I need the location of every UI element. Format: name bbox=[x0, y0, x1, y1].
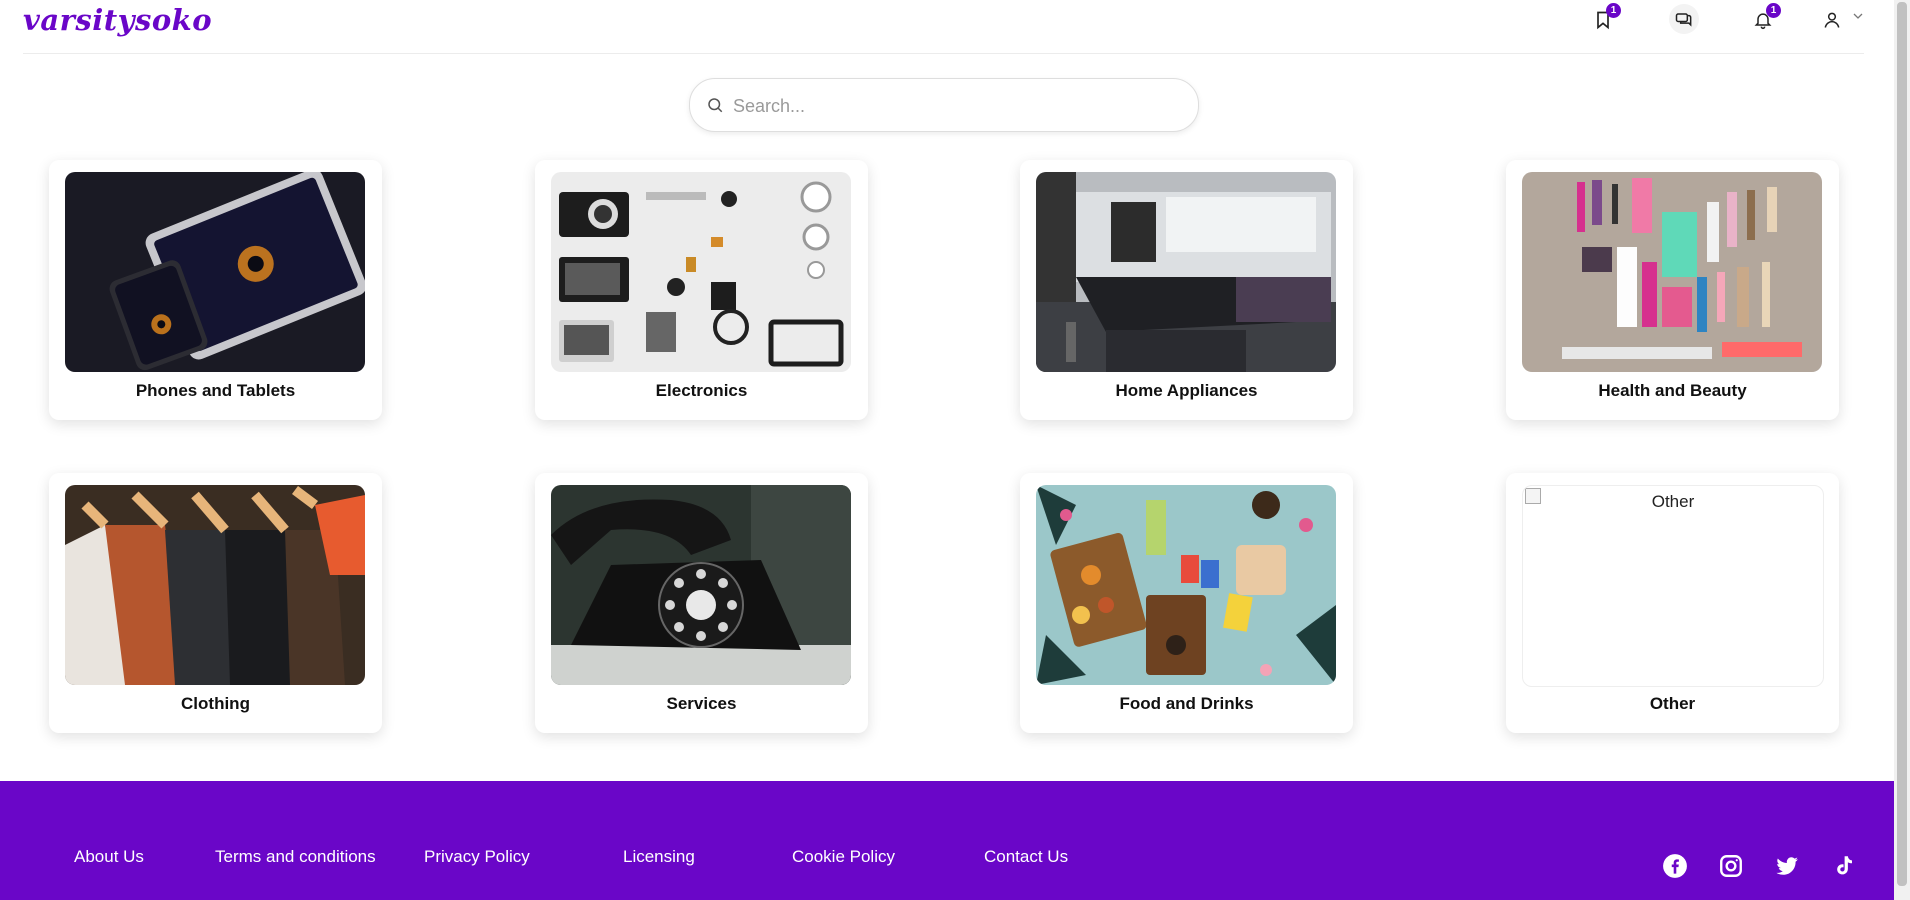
category-image bbox=[1522, 172, 1822, 372]
category-label: Clothing bbox=[181, 694, 250, 713]
search-bar[interactable] bbox=[689, 78, 1199, 132]
footer-link-cookie-policy[interactable]: Cookie Policy bbox=[792, 847, 895, 867]
category-image bbox=[65, 485, 365, 685]
scrollbar-thumb[interactable] bbox=[1897, 2, 1907, 886]
saved-items-button[interactable]: 1 bbox=[1589, 3, 1621, 34]
category-label: Food and Drinks bbox=[1119, 694, 1254, 713]
messages-button[interactable] bbox=[1669, 4, 1699, 34]
instagram-icon[interactable] bbox=[1718, 853, 1744, 879]
category-image bbox=[551, 485, 851, 685]
tiktok-icon[interactable] bbox=[1830, 853, 1856, 879]
category-card-services[interactable]: Services bbox=[535, 473, 868, 733]
search-input[interactable] bbox=[731, 91, 1175, 121]
saved-count-badge: 1 bbox=[1606, 3, 1621, 18]
category-label: Other bbox=[1649, 694, 1696, 713]
category-label: Home Appliances bbox=[1115, 381, 1258, 400]
category-image bbox=[551, 172, 851, 372]
category-image-broken: Other bbox=[1522, 485, 1824, 687]
chevron-down-icon[interactable] bbox=[1852, 10, 1864, 22]
chat-icon bbox=[1675, 13, 1692, 27]
site-footer: About Us Terms and conditions Privacy Po… bbox=[0, 781, 1894, 900]
top-header: varsitysoko 1 1 bbox=[0, 0, 1894, 54]
header-divider bbox=[23, 53, 1864, 54]
category-card-other[interactable]: Other Other bbox=[1506, 473, 1839, 733]
category-card-clothing[interactable]: Clothing bbox=[49, 473, 382, 733]
footer-link-contact-us[interactable]: Contact Us bbox=[984, 847, 1068, 867]
image-alt-text: Other bbox=[1651, 492, 1695, 511]
footer-link-licensing[interactable]: Licensing bbox=[623, 847, 695, 867]
facebook-icon[interactable] bbox=[1662, 853, 1688, 879]
category-card-food-drinks[interactable]: Food and Drinks bbox=[1020, 473, 1353, 733]
category-card-home-appliances[interactable]: Home Appliances bbox=[1020, 160, 1353, 420]
category-label: Electronics bbox=[655, 381, 748, 400]
category-image bbox=[1036, 485, 1336, 685]
twitter-icon[interactable] bbox=[1774, 853, 1800, 879]
category-label: Phones and Tablets bbox=[135, 381, 296, 400]
category-image bbox=[65, 172, 365, 372]
category-image bbox=[1036, 172, 1336, 372]
user-icon bbox=[1824, 12, 1840, 28]
page-scrollbar[interactable] bbox=[1894, 0, 1910, 900]
category-label: Health and Beauty bbox=[1598, 381, 1747, 400]
category-card-electronics[interactable]: Electronics bbox=[535, 160, 868, 420]
account-menu-button[interactable] bbox=[1818, 6, 1846, 34]
site-logo[interactable]: varsitysoko bbox=[23, 3, 212, 37]
category-card-health-beauty[interactable]: Health and Beauty bbox=[1506, 160, 1839, 420]
footer-link-about-us[interactable]: About Us bbox=[74, 847, 144, 867]
category-card-phones-tablets[interactable]: Phones and Tablets bbox=[49, 160, 382, 420]
search-icon bbox=[708, 98, 723, 113]
footer-link-terms[interactable]: Terms and conditions bbox=[215, 847, 376, 867]
notifications-button[interactable]: 1 bbox=[1749, 3, 1781, 34]
notifications-count-badge: 1 bbox=[1766, 3, 1781, 18]
category-label: Services bbox=[666, 694, 737, 713]
footer-link-privacy[interactable]: Privacy Policy bbox=[424, 847, 530, 867]
